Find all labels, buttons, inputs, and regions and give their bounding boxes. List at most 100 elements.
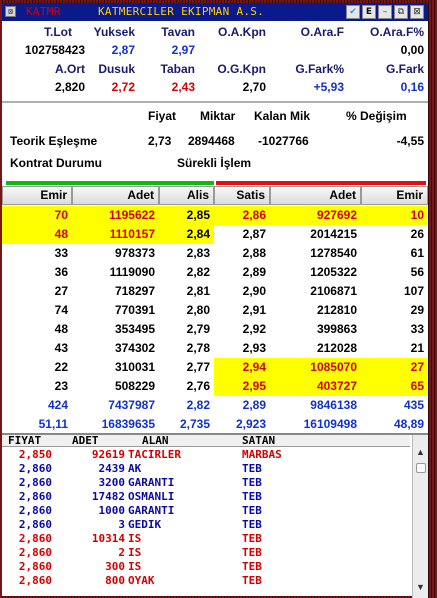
trade-row[interactable]: 2,860 17482 OSMANLI TEB	[2, 491, 410, 502]
depth-cell-satis: 2,93	[242, 341, 266, 355]
trade-price: 2,860	[18, 546, 52, 559]
trade-row[interactable]: 2,860 300 IS TEB	[2, 561, 410, 572]
contract-status: Sürekli İşlem	[177, 156, 252, 170]
col-adet-buy[interactable]: Adet	[72, 186, 159, 205]
trades-col-alan: ALAN	[142, 434, 169, 447]
close-icon[interactable]: ⊠	[410, 5, 424, 19]
depth-cell-emir-s: 29	[410, 303, 424, 317]
theoretical-change: -4,55	[396, 134, 424, 148]
depth-cell-adet-s: 403727	[316, 379, 357, 393]
theoretical-remaining: -1027766	[258, 134, 309, 148]
trade-qty: 17482	[91, 490, 125, 503]
depth-cell-adet-s: 1278540	[310, 246, 357, 260]
trade-seller: TEB	[242, 490, 262, 503]
depth-cell-adet-b: 718297	[114, 284, 155, 298]
trade-qty: 800	[105, 574, 125, 587]
depth-row[interactable]: 27 718297 2,81 2,90 2106871 107	[2, 282, 428, 301]
theoretical-header-row: Fiyat Miktar Kalan Mik % Değişim	[2, 107, 428, 125]
depth-cell-emir-s: 107	[403, 284, 424, 298]
header-ogkpn: O.G.Kpn	[217, 62, 266, 76]
depth-cell-emir-s: 10	[410, 208, 424, 222]
col-emir-sell[interactable]: Emir	[361, 186, 428, 205]
depth-cell-satis: 2,95	[242, 379, 266, 393]
trade-qty: 1000	[98, 504, 126, 517]
depth-cell-emir-s: 56	[410, 265, 424, 279]
trade-price: 2,860	[18, 504, 52, 517]
scroll-down-icon[interactable]: ▼	[415, 582, 426, 592]
depth-cell-alis: 2,77	[186, 360, 210, 374]
contract-row: Kontrat Durumu Sürekli İşlem	[2, 154, 428, 172]
scroll-up-icon[interactable]: ▲	[415, 447, 426, 457]
depth-cell-alis: 2,80	[186, 303, 210, 317]
depth-cell-adet-b: 978373	[114, 246, 155, 260]
depth-cell-emir-s: 61	[410, 246, 424, 260]
trade-seller: MARBAS	[242, 448, 282, 461]
depth-cell-satis: 2,92	[242, 322, 266, 336]
buy-side-bar	[6, 181, 214, 185]
trade-buyer: OSMANLI	[128, 490, 175, 503]
depth-cell-adet-b: 310031	[114, 360, 155, 374]
depth-cell-emir-s: 48,89	[393, 417, 424, 431]
trade-row[interactable]: 2,860 2 IS TEB	[2, 547, 410, 558]
depth-cell-satis: 2,90	[242, 284, 266, 298]
col-satis[interactable]: Satis	[214, 186, 270, 205]
trade-buyer: IS	[128, 546, 142, 559]
col-emir-buy[interactable]: Emir	[2, 186, 72, 205]
trade-row[interactable]: 2,860 1000 GARANTI TEB	[2, 505, 410, 516]
depth-cell-adet-s: 2106871	[310, 284, 357, 298]
minimize-icon[interactable]: –	[378, 5, 392, 19]
depth-cell-alis: 2,83	[186, 246, 210, 260]
restore-icon[interactable]: ⧉	[394, 5, 408, 19]
trade-row[interactable]: 2,860 2439 AK TEB	[2, 463, 410, 474]
depth-row[interactable]: 22 310031 2,77 2,94 1085070 27	[2, 358, 428, 377]
depth-cell-emir-b: 70	[54, 208, 68, 222]
trade-row[interactable]: 2,860 800 OYAK TEB	[2, 575, 410, 586]
trade-price: 2,860	[18, 518, 52, 531]
trade-buyer: IS	[128, 560, 142, 573]
depth-cell-alis: 2,82	[186, 265, 210, 279]
value-ogkpn: 2,70	[242, 80, 266, 94]
depth-cell-adet-s: 1085070	[310, 360, 357, 374]
theoretical-label: Teorik Eşleşme	[10, 134, 98, 148]
header-gfark: G.Fark	[385, 62, 424, 76]
depth-cell-adet-s: 2014215	[310, 227, 357, 241]
e-button[interactable]: E	[362, 5, 376, 19]
trade-row[interactable]: 2,850 92619 TACIRLER MARBAS	[2, 449, 410, 460]
depth-row[interactable]: 48 353495 2,79 2,92 399863 33	[2, 320, 428, 339]
depth-cell-emir-b: 48	[54, 322, 68, 336]
trade-price: 2,860	[18, 574, 52, 587]
sell-side-bar	[216, 181, 426, 185]
col-alis[interactable]: Alis	[159, 186, 214, 205]
depth-window: ⊠ KATMR KATMERCILER EKIPMAN A.S. ✔ E – ⧉…	[2, 3, 428, 598]
depth-cell-emir-s: 65	[410, 379, 424, 393]
depth-row[interactable]: 43 374302 2,78 2,93 212028 21	[2, 339, 428, 358]
trade-row[interactable]: 2,860 3200 GARANTI TEB	[2, 477, 410, 488]
value-tavan: 2,97	[171, 43, 195, 57]
depth-row[interactable]: 74 770391 2,80 2,91 212810 29	[2, 301, 428, 320]
trade-row[interactable]: 2,860 10314 IS TEB	[2, 533, 410, 544]
depth-cell-emir-b: 43	[54, 341, 68, 355]
depth-row[interactable]: 70 1195622 2,85 2,86 927692 10	[2, 206, 428, 225]
col-adet-sell[interactable]: Adet	[270, 186, 361, 205]
title-bar[interactable]: ⊠ KATMR KATMERCILER EKIPMAN A.S. ✔ E – ⧉…	[2, 3, 428, 21]
depth-total-row[interactable]: 424 7437987 2,82 2,89 9846138 435	[2, 396, 428, 415]
scroll-thumb[interactable]	[416, 463, 426, 473]
depth-row[interactable]: 33 978373 2,83 2,88 1278540 61	[2, 244, 428, 263]
depth-row[interactable]: 36 1119090 2,82 2,89 1205322 56	[2, 263, 428, 282]
depth-row[interactable]: 23 508229 2,76 2,95 403727 65	[2, 377, 428, 396]
depth-row[interactable]: 48 1110157 2,84 2,87 2014215 26	[2, 225, 428, 244]
depth-cell-emir-s: 21	[410, 341, 424, 355]
contract-label: Kontrat Durumu	[10, 156, 102, 170]
trade-seller: TEB	[242, 504, 262, 517]
trades-scrollbar[interactable]: ▲ ▼	[412, 435, 428, 598]
twitter-icon[interactable]: ✔	[346, 5, 360, 19]
value-gfark: 0,16	[400, 80, 424, 94]
system-menu-icon[interactable]: ⊠	[5, 6, 16, 17]
depth-total-row[interactable]: 51,11 16839635 2,735 2,923 16109498 48,89	[2, 415, 428, 434]
depth-cell-alis: 2,76	[186, 379, 210, 393]
depth-cell-emir-b: 22	[54, 360, 68, 374]
header-miktar: Miktar	[200, 109, 236, 123]
header-yuksek: Yuksek	[93, 25, 135, 39]
trade-buyer: GEDIK	[128, 518, 162, 531]
trade-row[interactable]: 2,860 3 GEDIK TEB	[2, 519, 410, 530]
